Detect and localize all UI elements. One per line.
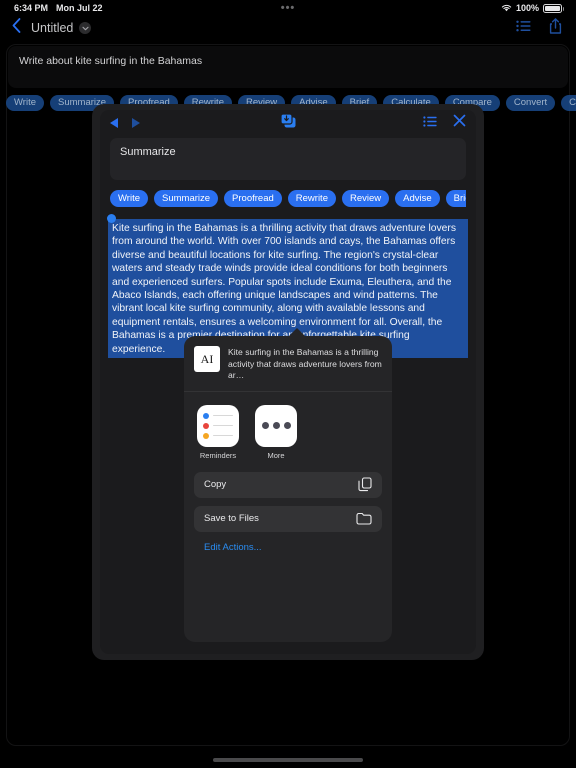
share-app-more[interactable]: More [255,404,297,460]
status-center-dots: ••• [280,2,296,14]
back-button[interactable] [10,18,27,38]
background-chip[interactable]: Write [6,95,44,111]
wifi-icon [501,4,512,12]
save-to-files-label: Save to Files [204,513,259,524]
modal-prompt-value: Summarize [120,146,176,158]
share-icon[interactable] [549,17,562,39]
list-icon[interactable] [516,19,531,37]
share-action-list: Copy Save to Files Edit Actions... [184,470,392,555]
battery-icon [543,3,564,13]
background-chip[interactable]: Convert [505,95,556,111]
modal-nav-buttons [110,118,140,128]
edit-actions-button[interactable]: Edit Actions... [194,540,382,555]
reminders-icon [197,404,239,447]
chip-summarize[interactable]: Summarize [154,190,219,207]
triangle-left-icon[interactable] [110,118,118,128]
ipad-screen: 6:34 PM Mon Jul 22 ••• 100% Untitled Wri… [0,0,576,768]
document-title: Untitled [31,21,74,35]
copy-action-row[interactable]: Copy [194,471,382,498]
nav-bar: Untitled [0,16,576,40]
folder-icon [356,512,372,525]
share-preview-header: AI Kite surfing in the Bahamas is a thri… [184,336,392,391]
background-chip[interactable]: Create [561,95,576,111]
home-indicator [213,758,363,762]
list-icon[interactable] [423,114,437,132]
modal-toolbar-actions [423,114,466,132]
text-document-icon: AI [194,346,220,372]
chip-rewrite[interactable]: Rewrite [287,190,336,207]
chip-review[interactable]: Review [341,190,390,207]
share-app-label: More [267,450,285,460]
more-dots-icon [255,404,297,447]
share-apps-row: Reminders More [184,392,392,470]
share-app-label: Reminders [199,450,237,460]
close-x-icon[interactable] [453,114,466,132]
modal-chip-row[interactable]: Write Summarize Proofread Rewrite Review… [110,190,466,207]
modal-toolbar [100,110,476,136]
status-bar: 6:34 PM Mon Jul 22 ••• 100% [0,0,576,16]
modal-prompt-field[interactable]: Summarize [110,138,466,180]
save-to-files-action-row[interactable]: Save to Files [194,505,382,532]
background-prompt-field[interactable]: Write about kite surfing in the Bahamas [8,46,568,88]
copy-action-label: Copy [204,479,227,490]
share-app-reminders[interactable]: Reminders [197,404,239,460]
copy-icon [358,477,372,492]
chip-brief[interactable]: Brief [445,190,466,207]
chip-write[interactable]: Write [110,190,148,207]
share-sheet-popover: AI Kite surfing in the Bahamas is a thri… [184,336,392,642]
chevron-down-icon[interactable] [79,22,92,34]
nav-bar-actions [516,17,566,39]
selection-handle-start[interactable] [107,214,116,223]
share-preview-text: Kite surfing in the Bahamas is a thrilli… [228,347,382,380]
chip-advise[interactable]: Advise [395,190,440,207]
triangle-right-icon[interactable] [132,118,140,128]
save-duplicate-icon[interactable] [279,112,297,134]
chip-proofread[interactable]: Proofread [224,190,282,207]
background-prompt-text: Write about kite surfing in the Bahamas [19,55,203,67]
modal-toolbar-center [100,112,476,134]
